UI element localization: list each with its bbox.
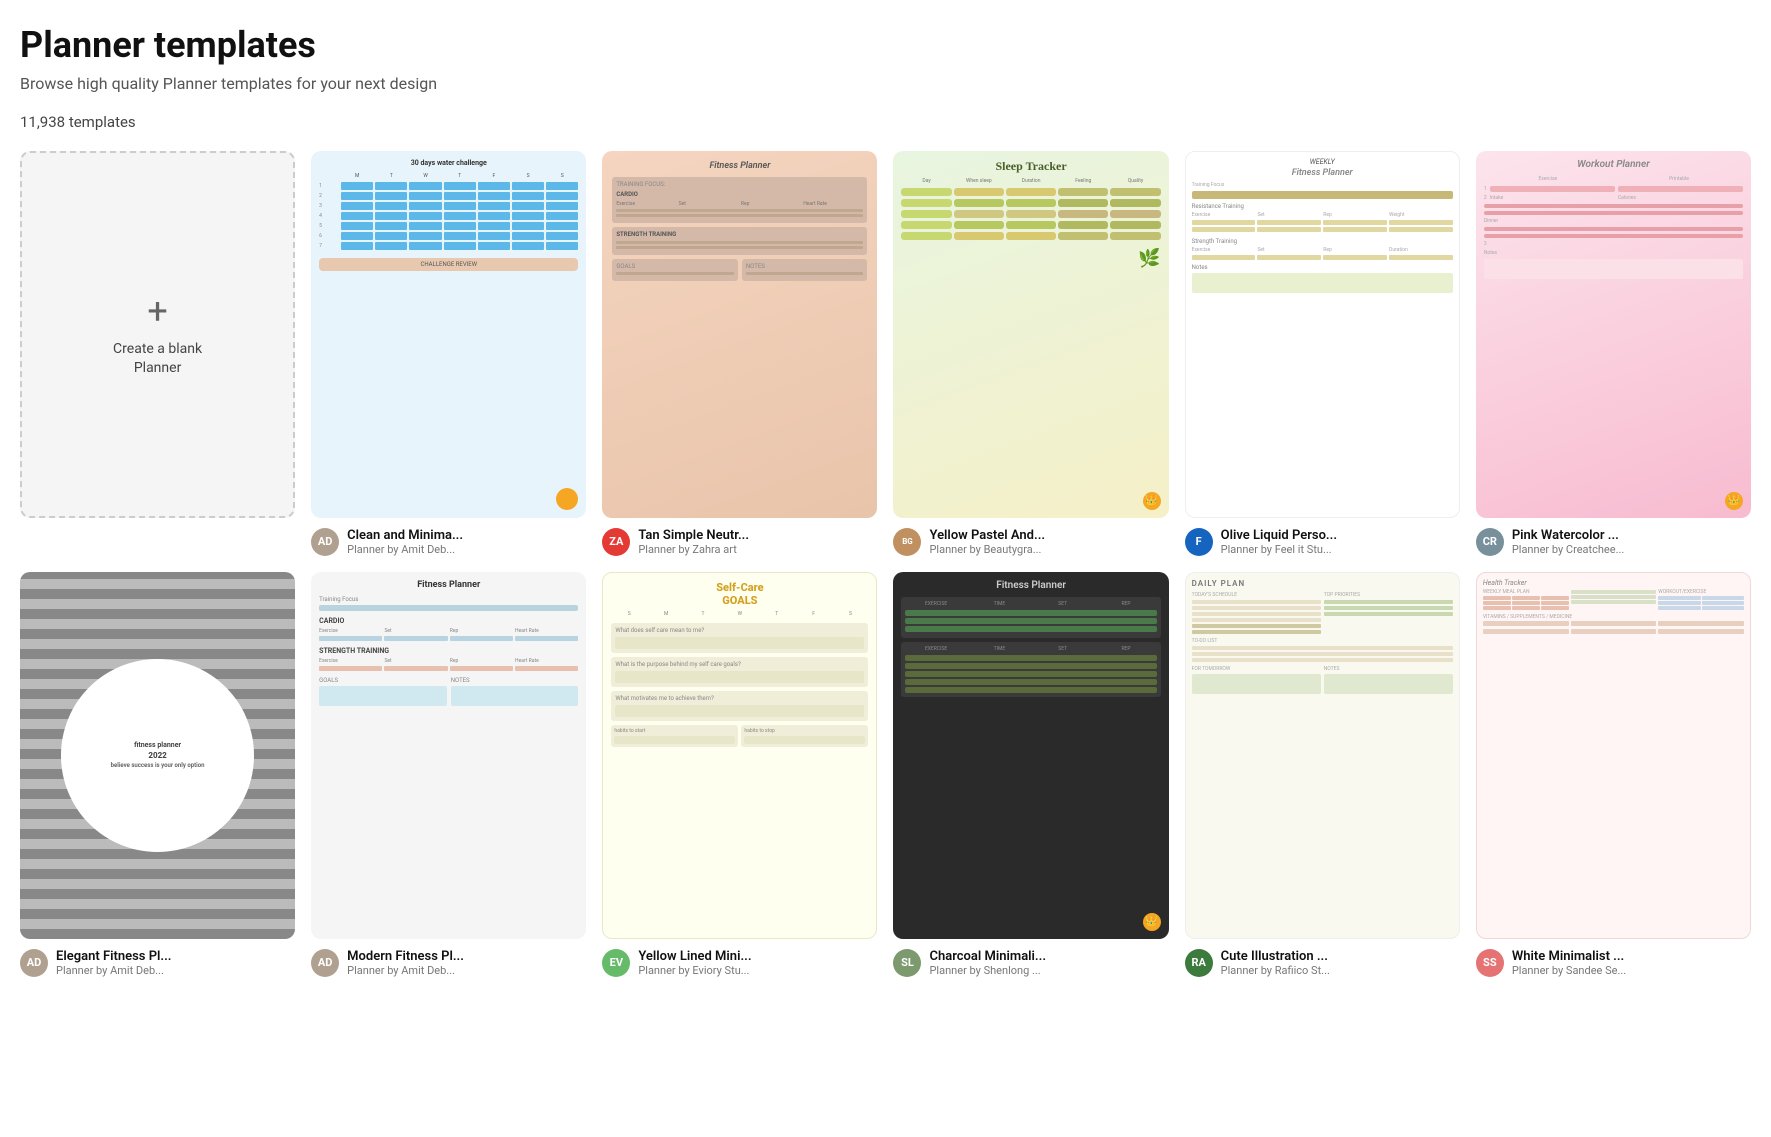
thumbnail-weekly: WEEKLY Fitness Planner Training Focus Re… (1185, 151, 1460, 518)
card-info-health: SS White Minimalist ... Planner by Sande… (1476, 949, 1751, 977)
thumbnail-water: 30 days water challenge M T W T F S S 1 … (311, 151, 586, 518)
card-meta-modern: Planner by Amit Deb... (347, 964, 464, 977)
template-card-daily[interactable]: DAILY PLAN TODAY'S SCHEDULE TOP PRIORITI… (1185, 572, 1460, 977)
thumbnail-health: Health Tracker WEEKLY MEAL PLAN (1476, 572, 1751, 939)
card-meta-weekly: Planner by Feel it Stu... (1221, 543, 1337, 556)
template-card-sleep[interactable]: Sleep Tracker Day When sleep Duration Fe… (893, 151, 1168, 556)
avatar-sleep: BG (893, 528, 921, 556)
card-info-sleep: BG Yellow Pastel And... Planner by Beaut… (893, 528, 1168, 556)
card-info-daily: RA Cute Illustration ... Planner by Rafi… (1185, 949, 1460, 977)
avatar-charcoal: SL (893, 949, 921, 977)
plus-icon: + (147, 290, 167, 332)
card-meta-workout: Planner by Creatchee... (1512, 543, 1624, 556)
blank-card-label: Create a blankPlanner (113, 340, 202, 379)
card-info-workout: CR Pink Watercolor ... Planner by Creatc… (1476, 528, 1751, 556)
avatar-modern: AD (311, 949, 339, 977)
thumbnail-charcoal: Fitness Planner EXERCISETIMESETREP EXERC… (893, 572, 1168, 939)
circle-badge: fitness planner 2022 believe success is … (61, 659, 254, 852)
card-meta-water: Planner by Amit Deb... (347, 543, 463, 556)
card-title-charcoal: Charcoal Minimali... (929, 949, 1046, 964)
card-title-workout: Pink Watercolor ... (1512, 528, 1624, 543)
avatar-weekly: F (1185, 528, 1213, 556)
card-title-sleep: Yellow Pastel And... (929, 528, 1045, 543)
template-card-fitness-pink[interactable]: Fitness Planner TRAINING FOCUS: CARDIO E… (602, 151, 877, 556)
avatar-daily: RA (1185, 949, 1213, 977)
thumbnail-workout: Workout Planner Exercise Printable 1 2 I… (1476, 151, 1751, 518)
card-meta-sleep: Planner by Beautygra... (929, 543, 1045, 556)
card-meta-fitness-pink: Planner by Zahra art (638, 543, 749, 556)
avatar-fitness-pink: ZA (602, 528, 630, 556)
card-info-elegant: AD Elegant Fitness Pl... Planner by Amit… (20, 949, 295, 977)
page-title: Planner templates (20, 24, 1751, 66)
avatar-health: SS (1476, 949, 1504, 977)
card-title-fitness-pink: Tan Simple Neutr... (638, 528, 749, 543)
blank-card[interactable]: + Create a blankPlanner (20, 151, 295, 556)
card-meta-daily: Planner by Rafiico St... (1221, 964, 1330, 977)
card-meta-elegant: Planner by Amit Deb... (56, 964, 172, 977)
card-title-selfcare: Yellow Lined Mini... (638, 949, 751, 964)
thumbnail-daily: DAILY PLAN TODAY'S SCHEDULE TOP PRIORITI… (1185, 572, 1460, 939)
template-count: 11,938 templates (20, 113, 1751, 131)
template-card-elegant[interactable]: fitness planner 2022 believe success is … (20, 572, 295, 977)
thumbnail-selfcare: Self-CareGOALS SMTWTFS What does self ca… (602, 572, 877, 939)
thumbnail-modern: Fitness Planner Training Focus CARDIO Ex… (311, 572, 586, 939)
template-card-modern[interactable]: Fitness Planner Training Focus CARDIO Ex… (311, 572, 586, 977)
card-info-modern: AD Modern Fitness Pl... Planner by Amit … (311, 949, 586, 977)
card-info-fitness-pink: ZA Tan Simple Neutr... Planner by Zahra … (602, 528, 877, 556)
card-title-elegant: Elegant Fitness Pl... (56, 949, 172, 964)
card-info-weekly: F Olive Liquid Perso... Planner by Feel … (1185, 528, 1460, 556)
template-card-water[interactable]: 30 days water challenge M T W T F S S 1 … (311, 151, 586, 556)
card-info-water: AD Clean and Minima... Planner by Amit D… (311, 528, 586, 556)
card-title-weekly: Olive Liquid Perso... (1221, 528, 1337, 543)
card-title-daily: Cute Illustration ... (1221, 949, 1330, 964)
template-card-weekly[interactable]: WEEKLY Fitness Planner Training Focus Re… (1185, 151, 1460, 556)
avatar-workout: CR (1476, 528, 1504, 556)
template-grid: + Create a blankPlanner 30 days water ch… (20, 151, 1751, 977)
card-title-modern: Modern Fitness Pl... (347, 949, 464, 964)
template-card-charcoal[interactable]: Fitness Planner EXERCISETIMESETREP EXERC… (893, 572, 1168, 977)
template-card-selfcare[interactable]: Self-CareGOALS SMTWTFS What does self ca… (602, 572, 877, 977)
template-card-workout[interactable]: Workout Planner Exercise Printable 1 2 I… (1476, 151, 1751, 556)
avatar-elegant: AD (20, 949, 48, 977)
card-info-selfcare: EV Yellow Lined Mini... Planner by Evior… (602, 949, 877, 977)
thumbnail-elegant: fitness planner 2022 believe success is … (20, 572, 295, 939)
card-info-charcoal: SL Charcoal Minimali... Planner by Shenl… (893, 949, 1168, 977)
thumbnail-sleep: Sleep Tracker Day When sleep Duration Fe… (893, 151, 1168, 518)
card-text-water: Clean and Minima... Planner by Amit Deb.… (347, 528, 463, 556)
card-meta-selfcare: Planner by Eviory Stu... (638, 964, 751, 977)
template-card-health[interactable]: Health Tracker WEEKLY MEAL PLAN (1476, 572, 1751, 977)
thumbnail-fitness-pink: Fitness Planner TRAINING FOCUS: CARDIO E… (602, 151, 877, 518)
avatar-selfcare: EV (602, 949, 630, 977)
card-title-water: Clean and Minima... (347, 528, 463, 543)
page-subtitle: Browse high quality Planner templates fo… (20, 74, 1751, 93)
blank-card-thumbnail[interactable]: + Create a blankPlanner (20, 151, 295, 518)
card-meta-health: Planner by Sandee Se... (1512, 964, 1626, 977)
card-meta-charcoal: Planner by Shenlong ... (929, 964, 1046, 977)
avatar-water: AD (311, 528, 339, 556)
card-title-health: White Minimalist ... (1512, 949, 1626, 964)
